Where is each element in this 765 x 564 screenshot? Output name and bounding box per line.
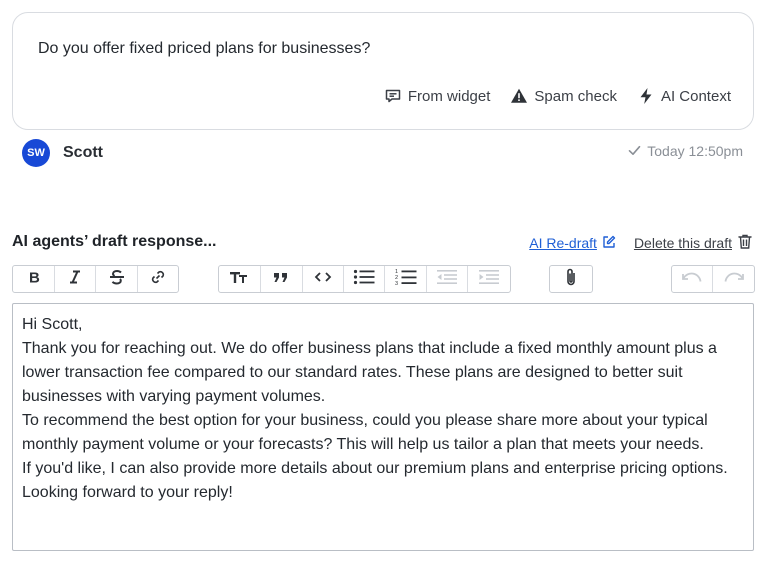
italic-icon: [68, 269, 82, 290]
draft-paragraph: If you'd like, I can also provide more d…: [22, 460, 728, 477]
draft-paragraph: To recommend the best option for your bu…: [22, 412, 708, 453]
draft-editor[interactable]: Hi Scott, Thank you for reaching out. We…: [12, 303, 754, 551]
ai-redraft-label: AI Re-draft: [529, 235, 597, 251]
from-widget-tag[interactable]: From widget: [384, 87, 491, 105]
code-icon: [314, 270, 332, 288]
quote-button[interactable]: [261, 266, 303, 292]
svg-text:3: 3: [395, 281, 398, 286]
timestamp: Today 12:50pm: [628, 143, 743, 159]
history-toolbar: [671, 265, 755, 293]
from-widget-label: From widget: [407, 87, 491, 105]
draft-closing: Looking forward to your reply!: [22, 484, 233, 501]
bold-button[interactable]: B: [13, 266, 55, 292]
avatar: SW: [22, 139, 50, 167]
trash-icon: [737, 233, 753, 253]
numbered-list-button[interactable]: 1 2 3: [385, 266, 428, 292]
author-row: SW Scott: [22, 139, 103, 167]
strikethrough-button[interactable]: [96, 266, 138, 292]
bullet-list-button[interactable]: [344, 266, 386, 292]
outdent-icon: [436, 269, 458, 290]
checkmark-icon: [628, 143, 641, 159]
lightning-icon: [637, 87, 655, 105]
attachment-icon: [564, 267, 578, 292]
delete-draft-label: Delete this draft: [633, 235, 732, 251]
attachment-toolbar: [549, 265, 593, 293]
draft-title: AI agents’ draft response...: [12, 233, 217, 250]
ai-context-tag[interactable]: AI Context: [637, 87, 731, 105]
undo-icon: [681, 270, 703, 289]
redo-button[interactable]: [713, 266, 754, 292]
author-name: Scott: [63, 144, 103, 161]
bullet-list-icon: [353, 269, 375, 290]
bold-icon: B: [27, 269, 41, 290]
edit-icon: [602, 235, 616, 252]
strikethrough-icon: [108, 269, 126, 290]
quote-icon: [273, 270, 289, 289]
undo-button[interactable]: [672, 266, 713, 292]
spam-check-tag[interactable]: Spam check: [510, 87, 617, 105]
message-meta-row: From widget Spam check AI Context: [13, 85, 731, 107]
draft-actions: AI Re-draft Delete this draft: [529, 233, 753, 253]
indent-icon: [478, 269, 500, 290]
chat-bubble-icon: [384, 87, 402, 105]
spam-check-label: Spam check: [534, 87, 617, 105]
link-icon: [149, 268, 167, 291]
outdent-button[interactable]: [427, 266, 469, 292]
italic-button[interactable]: [55, 266, 96, 292]
customer-message-text: Do you offer fixed priced plans for busi…: [38, 40, 371, 57]
ai-redraft-button[interactable]: AI Re-draft: [529, 235, 616, 252]
numbered-list-icon: 1 2 3: [395, 268, 417, 291]
customer-message-card: Do you offer fixed priced plans for busi…: [12, 12, 754, 130]
inline-format-toolbar: B: [12, 265, 179, 293]
conversation-panel: Do you offer fixed priced plans for busi…: [0, 0, 765, 564]
indent-button[interactable]: [468, 266, 510, 292]
redo-icon: [723, 270, 745, 289]
timestamp-text: Today 12:50pm: [647, 143, 743, 159]
draft-paragraph: Thank you for reaching out. We do offer …: [22, 340, 717, 405]
draft-greeting: Hi Scott,: [22, 316, 83, 333]
code-button[interactable]: [303, 266, 344, 292]
ai-context-label: AI Context: [660, 87, 731, 105]
svg-text:B: B: [29, 269, 40, 285]
attachment-button[interactable]: [550, 266, 592, 292]
warning-icon: [510, 87, 528, 105]
link-button[interactable]: [138, 266, 178, 292]
text-size-icon: [229, 269, 249, 290]
block-format-toolbar: 1 2 3: [218, 265, 511, 293]
delete-draft-button[interactable]: Delete this draft: [634, 233, 753, 253]
text-size-button[interactable]: [219, 266, 261, 292]
